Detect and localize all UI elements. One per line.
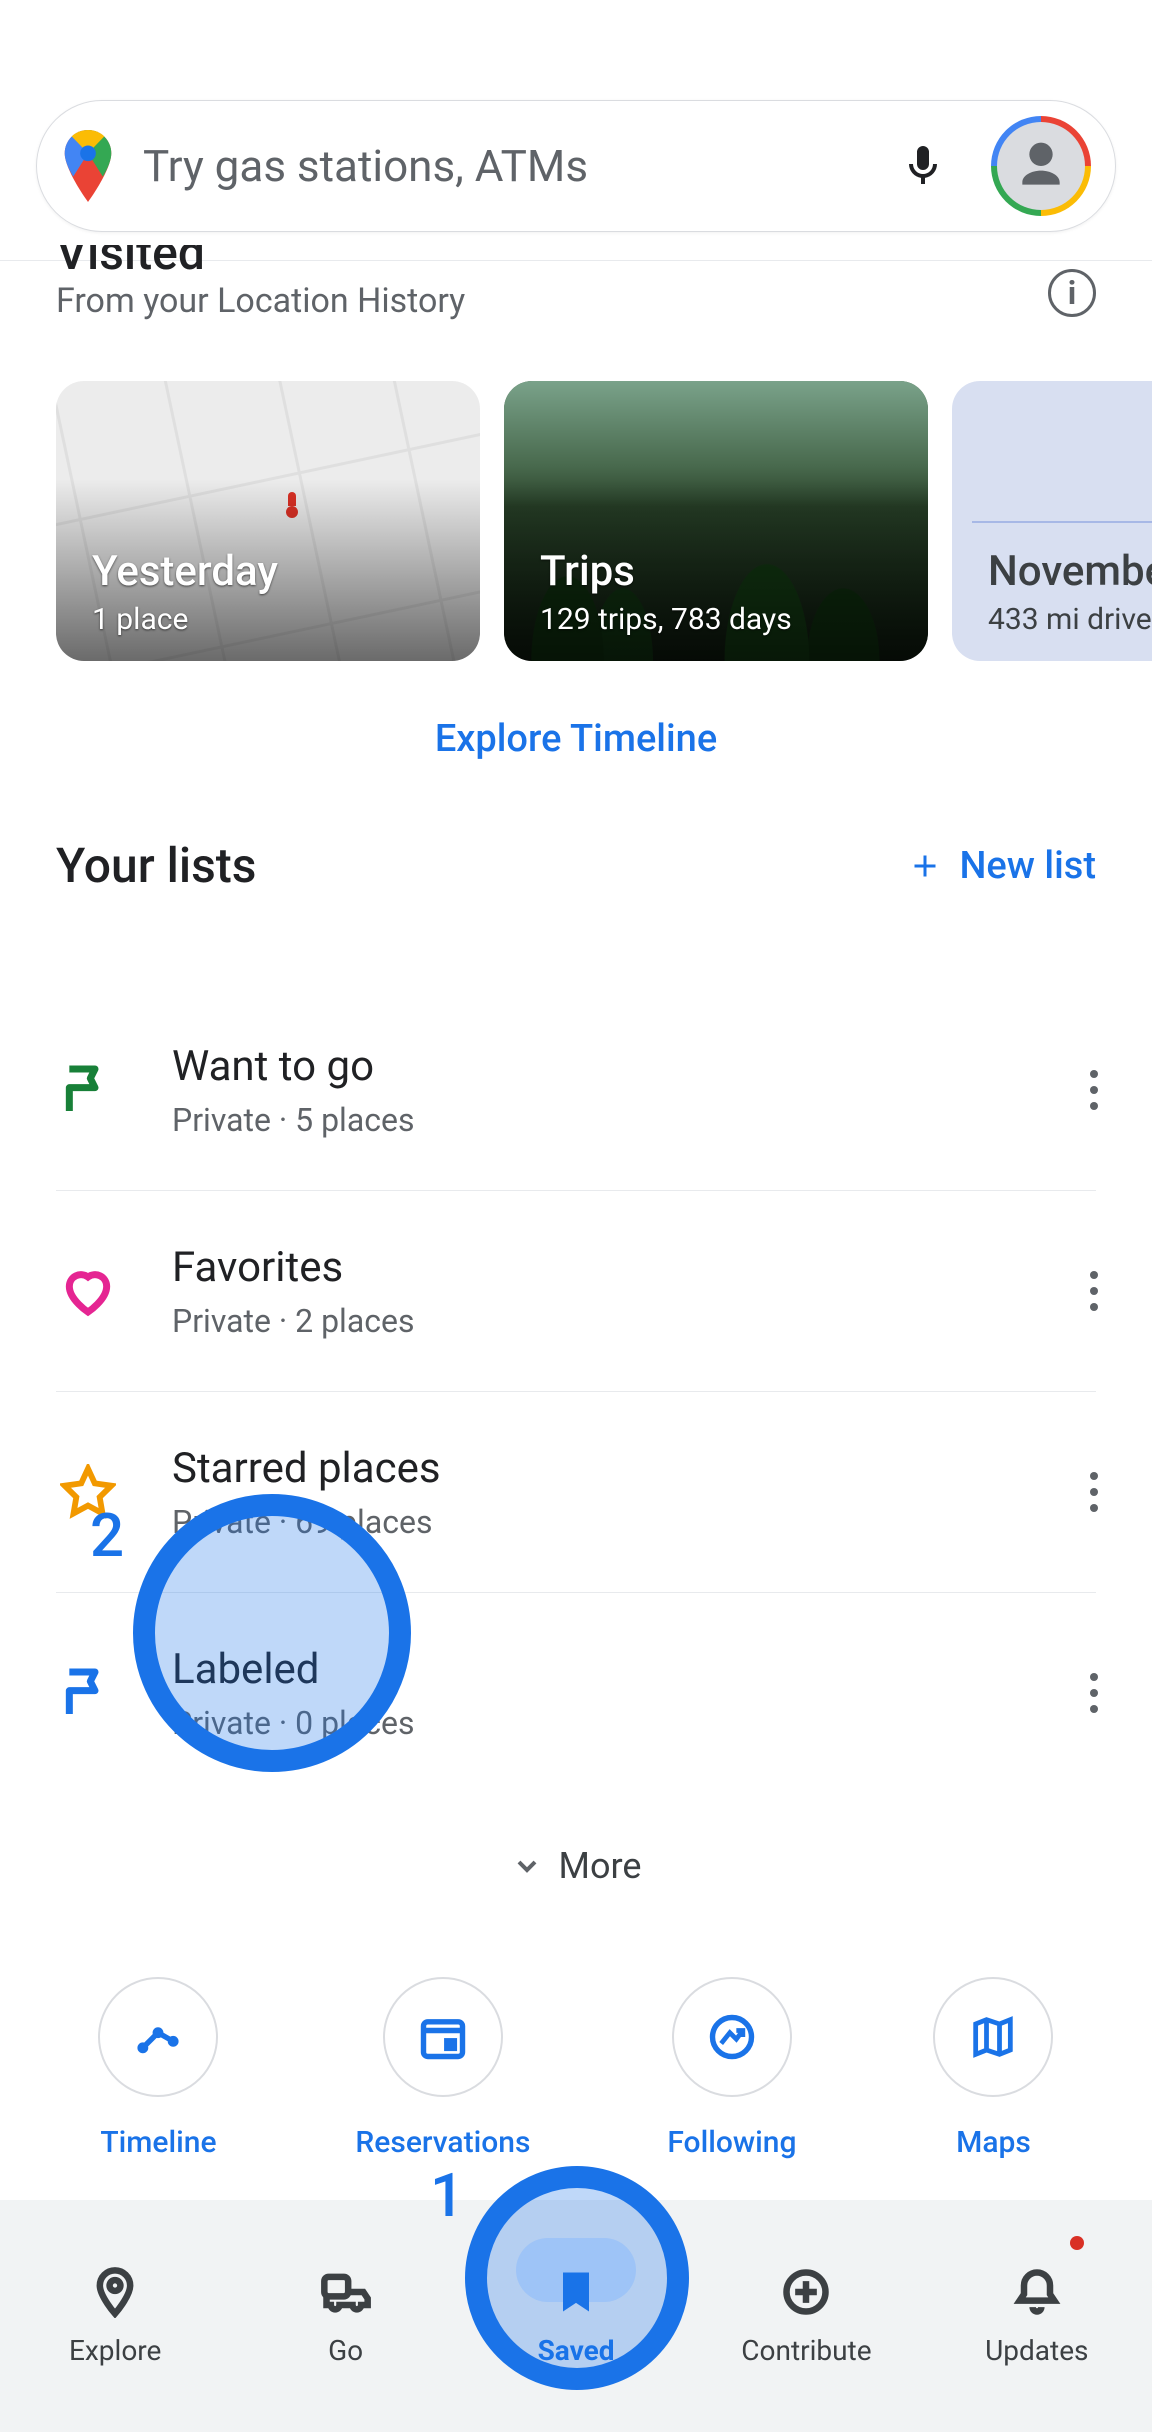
card-subtitle: 433 mi driven (988, 602, 1152, 637)
overflow-menu-icon[interactable] (1090, 1271, 1096, 1311)
list-item-favorites[interactable]: Favorites Private · 2 places (0, 1191, 1152, 1391)
following-icon (706, 2011, 758, 2063)
your-lists-heading: Your lists (56, 837, 256, 894)
card-title: November (988, 547, 1152, 596)
list-name: Labeled (172, 1645, 414, 1694)
timeline-icon (132, 2011, 184, 2063)
tab-explore[interactable]: Explore (0, 2200, 230, 2432)
search-input[interactable]: Try gas stations, ATMs (143, 140, 899, 192)
voice-search-icon[interactable] (899, 142, 947, 190)
list-meta: Private · 2 places (172, 1302, 414, 1340)
heart-icon (56, 1263, 120, 1319)
maps-pin-icon (61, 130, 115, 202)
chevron-down-icon (511, 1850, 543, 1882)
timeline-card-yesterday[interactable]: Yesterday 1 place (56, 381, 480, 661)
overflow-menu-icon[interactable] (1090, 1673, 1096, 1713)
plus-circle-icon (780, 2266, 832, 2318)
list-item-starred[interactable]: Starred places Private · 69 places (0, 1392, 1152, 1592)
card-title: Trips (540, 547, 792, 596)
more-lists-button[interactable]: More (0, 1793, 1152, 1977)
plus-icon (907, 848, 943, 884)
tab-label: Explore (69, 2334, 161, 2367)
commute-icon (320, 2266, 372, 2318)
search-bar[interactable]: Try gas stations, ATMs (36, 100, 1116, 232)
new-list-label: New list (959, 844, 1096, 888)
list-name: Starred places (172, 1444, 441, 1493)
list-meta: Private · 5 places (172, 1101, 414, 1139)
notification-badge (1070, 2236, 1084, 2250)
visited-section: Visited From your Location History i Yes… (0, 261, 1152, 837)
tab-contribute[interactable]: Contribute (691, 2200, 921, 2432)
map-icon (967, 2011, 1019, 2063)
quick-timeline[interactable]: Timeline (98, 1977, 218, 2160)
list-meta: Private · 69 places (172, 1503, 441, 1541)
more-label: More (559, 1845, 642, 1887)
card-subtitle: 129 trips, 783 days (540, 602, 792, 637)
bell-icon (1011, 2266, 1063, 2318)
quick-label: Reservations (355, 2125, 530, 2160)
tab-go[interactable]: Go (230, 2200, 460, 2432)
quick-label: Timeline (100, 2125, 216, 2160)
list-item-labeled[interactable]: Labeled Private · 0 places (0, 1593, 1152, 1793)
tab-label: Contribute (741, 2334, 871, 2367)
pin-icon (89, 2266, 141, 2318)
tab-label: Updates (985, 2334, 1088, 2367)
explore-timeline-link[interactable]: Explore Timeline (435, 717, 717, 761)
timeline-card-trips[interactable]: Trips 129 trips, 783 days (504, 381, 928, 661)
info-icon[interactable]: i (1048, 269, 1096, 317)
annotation-number-2: 2 (90, 1500, 124, 1571)
tab-label: Go (328, 2334, 363, 2367)
quick-reservations[interactable]: Reservations (355, 1977, 530, 2160)
lists-container: Want to go Private · 5 places Favorites … (0, 894, 1152, 1793)
list-meta: Private · 0 places (172, 1704, 414, 1742)
overflow-menu-icon[interactable] (1090, 1070, 1096, 1110)
card-title: Yesterday (92, 547, 278, 596)
list-item-want-to-go[interactable]: Want to go Private · 5 places (0, 990, 1152, 1190)
search-row: Try gas stations, ATMs (0, 0, 1152, 260)
quick-following[interactable]: Following (667, 1977, 796, 2160)
tab-label: Saved (538, 2334, 615, 2367)
timeline-cards-carousel[interactable]: Yesterday 1 place Trips 129 trips, 783 d… (0, 321, 1152, 661)
list-name: Want to go (172, 1042, 414, 1091)
bottom-tab-bar: Explore Go Saved Contribute Updates (0, 2200, 1152, 2432)
flag-icon (56, 1665, 120, 1721)
quick-maps[interactable]: Maps (933, 1977, 1053, 2160)
overflow-menu-icon[interactable] (1090, 1472, 1096, 1512)
card-subtitle: 1 place (92, 602, 278, 637)
account-avatar[interactable] (991, 116, 1091, 216)
flag-icon (56, 1062, 120, 1118)
quick-label: Following (667, 2125, 796, 2160)
visited-subtitle: From your Location History (56, 281, 465, 321)
list-name: Favorites (172, 1243, 414, 1292)
annotation-number-1: 1 (430, 2160, 464, 2231)
visited-title: Visited (56, 245, 465, 271)
new-list-button[interactable]: New list (907, 844, 1096, 888)
quick-label: Maps (956, 2125, 1031, 2160)
person-icon (1013, 138, 1069, 194)
calendar-icon (417, 2011, 469, 2063)
tab-updates[interactable]: Updates (922, 2200, 1152, 2432)
bookmark-icon (550, 2266, 602, 2318)
tab-saved[interactable]: Saved (461, 2200, 691, 2432)
timeline-card-month[interactable]: November 433 mi driven (952, 381, 1152, 661)
